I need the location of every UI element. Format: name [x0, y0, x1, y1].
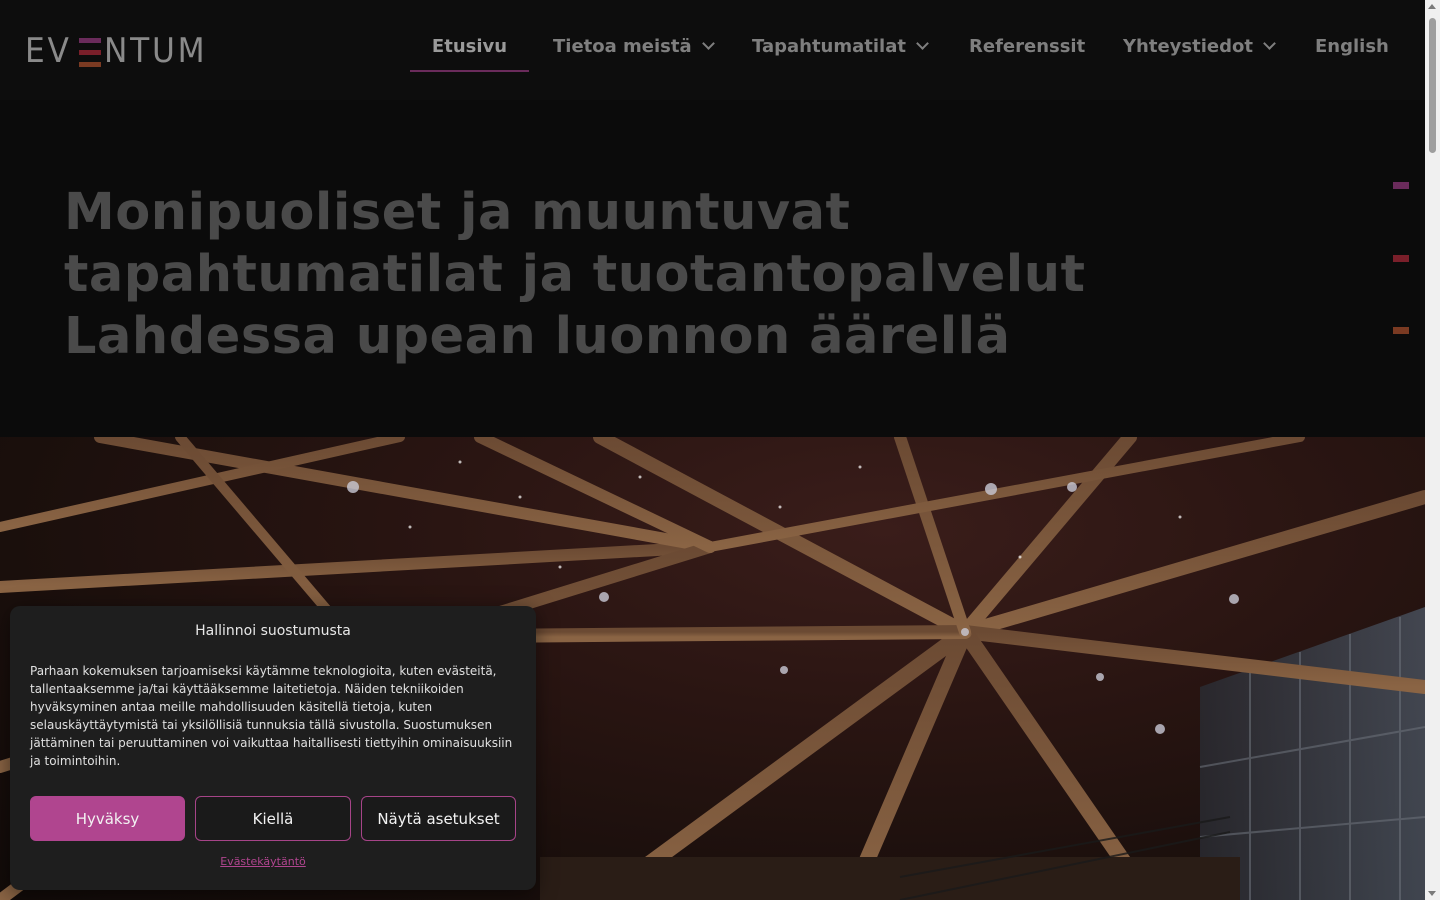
- site-header: EV NTUM Etusivu Tietoa meistä Tapahtumat…: [0, 0, 1425, 100]
- nav-item-label: Tietoa meistä: [553, 36, 692, 57]
- scroll-up-arrow-icon[interactable]: [1428, 4, 1436, 9]
- eventum-logo[interactable]: EV NTUM: [25, 34, 216, 68]
- logo-bars-icon: [78, 38, 101, 68]
- main-navigation: Etusivu Tietoa meistä Tapahtumatilat Ref…: [410, 0, 1410, 100]
- nav-item-english[interactable]: English: [1315, 36, 1389, 72]
- chevron-down-icon: [1263, 37, 1276, 50]
- show-settings-button[interactable]: Näytä asetukset: [361, 796, 516, 841]
- nav-item-referenssit[interactable]: Referenssit: [969, 36, 1085, 72]
- nav-item-tietoa-meista[interactable]: Tietoa meistä: [553, 36, 715, 72]
- hero-headline-line: tapahtumatilat ja tuotantopalvelut: [64, 245, 1086, 304]
- consent-title: Hallinnoi suostumusta: [195, 623, 351, 639]
- nav-item-label: Tapahtumatilat: [752, 36, 906, 57]
- accept-button[interactable]: Hyväksy: [30, 796, 185, 841]
- cookie-policy-link[interactable]: Evästekäytäntö: [10, 855, 516, 868]
- decorative-bar: [1393, 182, 1409, 189]
- logo-text-right: NTUM: [103, 31, 208, 71]
- page-scrollbar[interactable]: [1425, 0, 1440, 900]
- deny-button[interactable]: Kiellä: [195, 796, 351, 841]
- logo-text-left: EV: [25, 31, 72, 71]
- nav-item-label: Yhteystiedot: [1123, 36, 1253, 57]
- decorative-bar: [1393, 255, 1409, 262]
- nav-item-label: English: [1315, 36, 1389, 57]
- decorative-bar: [1393, 327, 1409, 334]
- scroll-down-arrow-icon[interactable]: [1428, 891, 1436, 896]
- nav-item-label: Etusivu: [431, 36, 508, 57]
- hero-headline: Monipuoliset ja muuntuvat tapahtumatilat…: [64, 182, 1144, 368]
- hero-headline-line: Monipuoliset ja muuntuvat: [64, 183, 851, 242]
- nav-item-yhteystiedot[interactable]: Yhteystiedot: [1123, 36, 1276, 72]
- cookie-consent-dialog: Hallinnoi suostumusta Parhaan kokemuksen…: [10, 606, 536, 890]
- nav-item-label: Referenssit: [969, 36, 1086, 57]
- hero-section: Monipuoliset ja muuntuvat tapahtumatilat…: [0, 100, 1425, 437]
- nav-item-etusivu[interactable]: Etusivu: [410, 36, 529, 72]
- chevron-down-icon: [916, 37, 929, 50]
- nav-item-tapahtumatilat[interactable]: Tapahtumatilat: [752, 36, 929, 72]
- consent-description: Parhaan kokemuksen tarjoamiseksi käytämm…: [30, 664, 513, 768]
- chevron-down-icon: [701, 37, 715, 50]
- scrollbar-thumb[interactable]: [1429, 18, 1436, 153]
- hero-headline-line: Lahdessa upean luonnon äärellä: [64, 307, 1011, 366]
